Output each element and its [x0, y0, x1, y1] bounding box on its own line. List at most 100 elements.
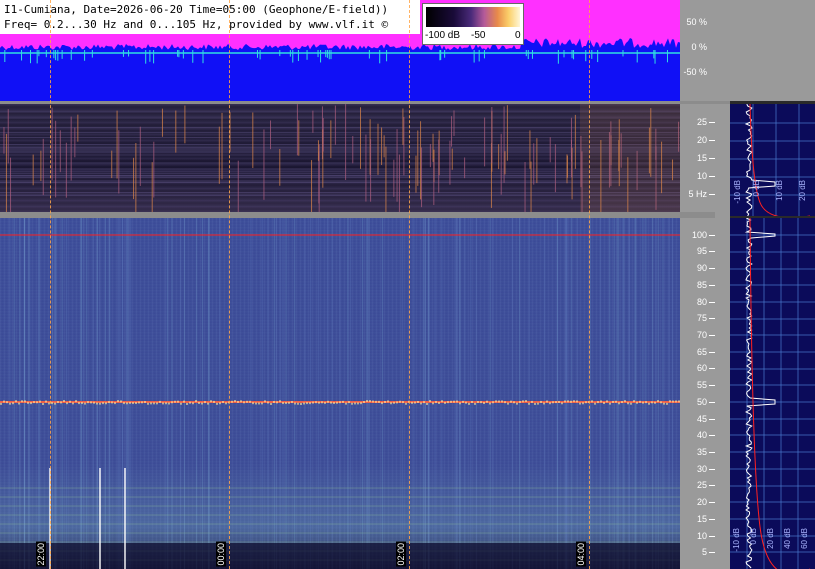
- axis-tick-label: 20: [696, 497, 707, 508]
- axis-tick-label: 90: [696, 263, 707, 274]
- line-50hz-dot: [573, 400, 575, 403]
- line-50hz-dot: [57, 401, 59, 404]
- axis-tick-label: 20: [696, 135, 707, 145]
- line-50hz-dot: [666, 402, 668, 405]
- line-50hz-dot: [294, 402, 296, 405]
- line-50hz-dot: [318, 401, 320, 404]
- line-50hz-dot: [459, 402, 461, 405]
- amp-tick-minus50: -50 %: [683, 67, 707, 77]
- line-50hz-dot: [135, 401, 137, 404]
- line-50hz-dot: [162, 402, 164, 405]
- line-50hz-dot: [30, 402, 32, 405]
- line-50hz-dot: [108, 401, 110, 404]
- line-50hz-dot: [156, 402, 158, 405]
- line-50hz-dot: [333, 402, 335, 405]
- line-50hz-dot: [576, 400, 578, 403]
- line-50hz-dot: [387, 400, 389, 403]
- line-50hz-dot: [615, 400, 617, 403]
- line-50hz-dot: [480, 401, 482, 404]
- profile-gutter: [715, 104, 730, 569]
- line-50hz-dot: [69, 400, 71, 403]
- line-50hz-dot: [243, 401, 245, 404]
- axis-tick-label: 25: [696, 117, 707, 127]
- line-50hz-dot: [414, 401, 416, 404]
- line-50hz-dot: [234, 400, 236, 403]
- line-50hz-dot: [84, 402, 86, 405]
- line-50hz-dot: [27, 401, 29, 404]
- line-50hz-dot: [204, 401, 206, 404]
- line-50hz-dot: [462, 400, 464, 403]
- line-50hz-dot: [336, 401, 338, 404]
- line-50hz-dot: [297, 402, 299, 405]
- colorbar-gradient: [426, 7, 520, 27]
- line-50hz-dot: [507, 402, 509, 405]
- line-50hz-dot: [45, 400, 47, 403]
- line-50hz-dot: [183, 400, 185, 403]
- profile-high-db-4: 60 dB: [800, 528, 809, 549]
- line-50hz-dot: [342, 400, 344, 403]
- line-50hz-dot: [339, 401, 341, 404]
- line-50hz-dot: [327, 400, 329, 403]
- line-50hz-dot: [525, 400, 527, 403]
- time-label-22: 22:00: [36, 542, 46, 567]
- line-50hz-dot: [9, 402, 11, 405]
- line-50hz-dot: [381, 402, 383, 405]
- header-freq: Freq= 0.2...30 Hz and 0...105 Hz, provid…: [4, 18, 389, 31]
- line-50hz-dot: [102, 402, 104, 405]
- line-50hz-dot: [147, 402, 149, 405]
- line-50hz-dot: [111, 401, 113, 404]
- line-50hz-dot: [603, 402, 605, 405]
- line-50hz-dot: [141, 401, 143, 404]
- line-50hz-dot: [657, 400, 659, 403]
- line-50hz-dot: [651, 401, 653, 404]
- line-50hz-dot: [174, 400, 176, 403]
- line-50hz-dot: [105, 402, 107, 405]
- axis-tick-label: 45: [696, 413, 707, 424]
- line-50hz-dot: [252, 402, 254, 405]
- spectrum-profile-low: -10 dB 0 dB 10 dB 20 dB: [730, 104, 815, 216]
- line-50hz-dot: [0, 402, 2, 405]
- line-50hz-dot: [138, 401, 140, 404]
- line-50hz-dot: [345, 402, 347, 405]
- line-50hz-dot: [360, 402, 362, 405]
- line-50hz-dot: [528, 402, 530, 405]
- line-50hz-dot: [207, 402, 209, 405]
- line-50hz-dot: [18, 402, 20, 405]
- line-50hz-dot: [24, 400, 26, 403]
- line-50hz-dot: [39, 400, 41, 403]
- line-50hz-dot: [570, 400, 572, 403]
- line-50hz-dot: [312, 401, 314, 404]
- line-50hz-dot: [654, 401, 656, 404]
- line-50hz-dot: [534, 402, 536, 405]
- line-50hz-dot: [36, 401, 38, 404]
- line-50hz-dot: [555, 401, 557, 404]
- line-50hz-dot: [639, 400, 641, 403]
- line-50hz-dot: [231, 400, 233, 403]
- line-50hz-dot: [633, 400, 635, 403]
- line-50hz-dot: [468, 402, 470, 405]
- line-50hz-dot: [240, 400, 242, 403]
- line-50hz-dot: [351, 402, 353, 405]
- line-50hz-dot: [255, 402, 257, 405]
- line-50hz-dot: [591, 400, 593, 403]
- line-50hz-dot: [549, 402, 551, 405]
- line-50hz-dot: [594, 402, 596, 405]
- line-50hz-dot: [498, 400, 500, 403]
- line-50hz-dot: [72, 402, 74, 405]
- axis-tick-label: 40: [696, 430, 707, 441]
- line-50hz-dot: [246, 400, 248, 403]
- line-50hz-dot: [624, 400, 626, 403]
- axis-tick-label: 95: [696, 246, 707, 257]
- line-50hz-dot: [441, 400, 443, 403]
- time-label-04: 04:00: [576, 542, 586, 567]
- line-50hz-dot: [3, 400, 5, 403]
- line-50hz-dot: [492, 401, 494, 404]
- line-50hz-dot: [489, 402, 491, 405]
- line-50hz-dot: [423, 401, 425, 404]
- line-50hz-dot: [90, 401, 92, 404]
- line-50hz-dot: [132, 402, 134, 405]
- profile-high-db-2: 20 dB: [766, 528, 775, 549]
- axis-tick-label: 60: [696, 363, 707, 374]
- line-50hz-dot: [216, 402, 218, 405]
- line-50hz-dot: [186, 402, 188, 405]
